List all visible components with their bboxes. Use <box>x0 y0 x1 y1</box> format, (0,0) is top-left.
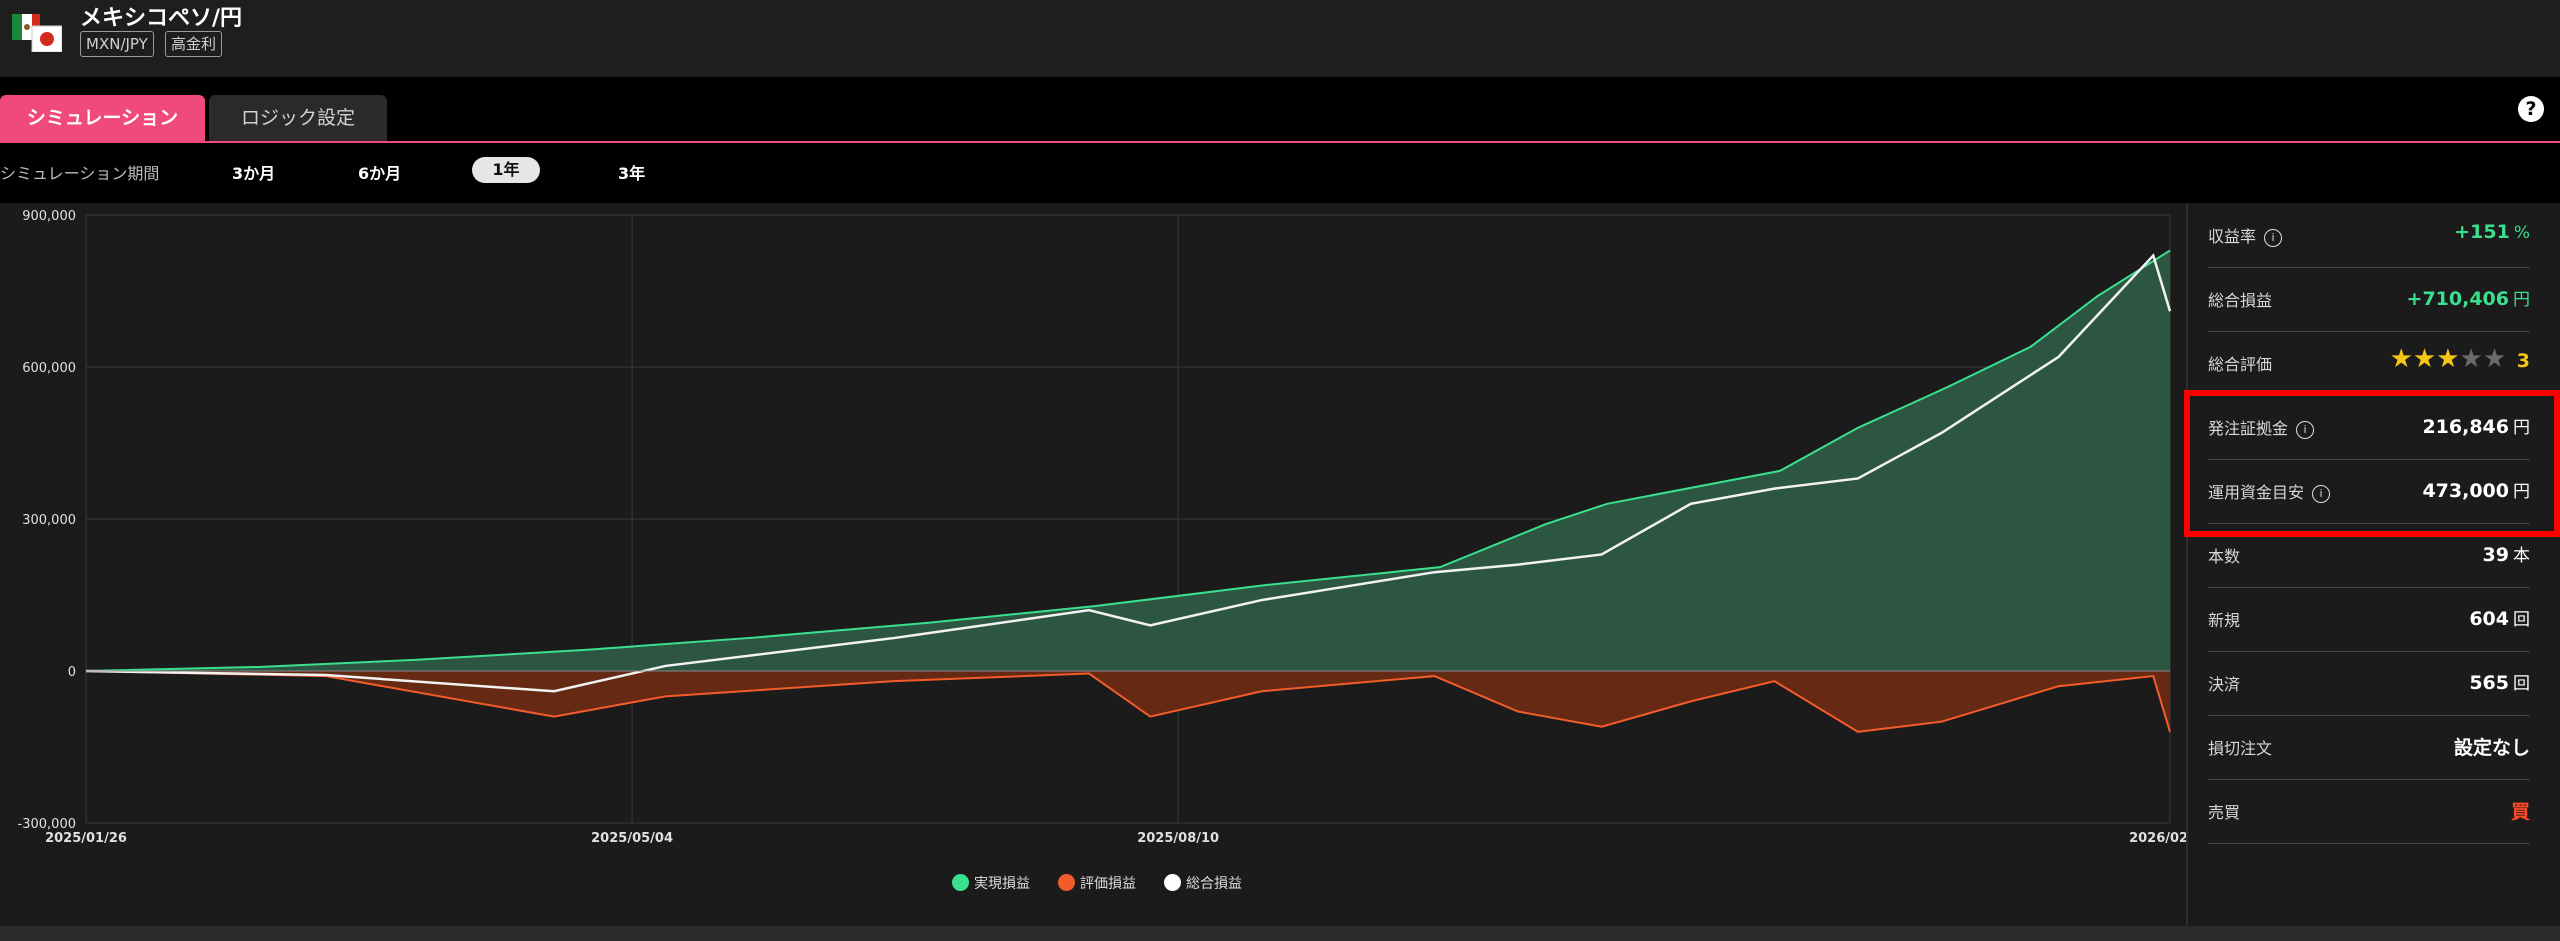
star-filled-icon: ★ <box>2436 344 2460 374</box>
legend-unrealized-label: 評価損益 <box>1080 876 1136 892</box>
stat-label: 新規 <box>2208 611 2241 630</box>
legend-unrealized-dot <box>1058 874 1075 891</box>
period-selector: シミュレーション期間 3か月 6か月 1年 3年 <box>0 143 2560 203</box>
high-interest-badge: 高金利 <box>165 31 223 57</box>
stat-trade-direction: 売買 買 <box>2208 779 2530 844</box>
stat-settlements: 決済 565 回 <box>2208 651 2530 716</box>
stat-label: 損切注文 <box>2208 739 2273 758</box>
star-filled-icon: ★ <box>2412 344 2437 374</box>
y-tick-label: -300,000 <box>18 817 76 832</box>
period-option-6m[interactable]: 6か月 <box>358 160 401 184</box>
realized-pl-area <box>86 250 2170 671</box>
bottom-bar <box>0 926 2560 941</box>
legend-realized-dot <box>952 874 969 891</box>
star-empty-icon: ★ <box>2459 344 2483 374</box>
stat-total-pl: 総合損益 +710,406 円 <box>2208 267 2530 332</box>
y-tick-label: 300,000 <box>22 513 76 528</box>
tab-logic-settings[interactable]: ロジック設定 <box>209 95 387 141</box>
highlight-box <box>2184 390 2560 537</box>
tab-bar: シミュレーション ロジック設定 <box>0 77 2560 141</box>
legend-realized: 実現損益 <box>952 873 1030 893</box>
x-tick-label: 2025/01/26 <box>45 831 127 846</box>
stat-overall-rating: 総合評価 ★★★★★ 3 <box>2208 331 2530 396</box>
star-empty-icon: ★ <box>2482 344 2507 374</box>
period-option-3y[interactable]: 3年 <box>618 160 645 184</box>
rating-value: 3 <box>2516 350 2530 372</box>
stat-value: +710,406 円 <box>2406 288 2530 310</box>
help-icon[interactable]: ? <box>2518 96 2544 122</box>
x-tick-label: 2026/02/04 <box>2129 831 2186 846</box>
stat-label: 本数 <box>2208 547 2241 566</box>
legend-unrealized: 評価損益 <box>1058 873 1136 893</box>
pl-chart: 900,000 600,000 300,000 0 -300,000 2025/01/26… <box>0 203 2186 926</box>
y-tick-label: 600,000 <box>22 361 76 376</box>
legend-total-dot <box>1164 874 1181 891</box>
currency-pair-flag-icon <box>12 14 63 53</box>
stat-label: 総合評価 <box>2208 355 2273 374</box>
stat-value: 設定なし <box>2453 737 2530 759</box>
stat-return-rate: 収益率 i +151% <box>2208 203 2530 268</box>
x-tick-label: 2025/05/04 <box>591 831 673 846</box>
legend-realized-label: 実現損益 <box>974 876 1030 892</box>
legend-total-label: 総合損益 <box>1186 876 1242 892</box>
info-icon[interactable]: i <box>2264 229 2283 247</box>
legend-total: 総合損益 <box>1164 873 1242 893</box>
period-option-3m[interactable]: 3か月 <box>232 160 275 184</box>
stat-label: 収益率 <box>2208 227 2257 246</box>
star-rating: ★★★★★ 3 <box>2389 344 2530 374</box>
stat-value: 565 回 <box>2469 672 2530 694</box>
tab-simulation[interactable]: シミュレーション <box>0 95 205 141</box>
header: メキシコペソ/円 MXN/JPY 高金利 <box>0 0 2560 77</box>
currency-pair-name: メキシコペソ/円 <box>80 6 243 31</box>
y-tick-label: 900,000 <box>22 209 76 224</box>
stats-panel: 収益率 i +151% 総合損益 +710,406 円 総合評価 ★★★★★ 3 発… <box>2186 203 2560 926</box>
star-filled-icon: ★ <box>2389 344 2413 374</box>
period-label: シミュレーション期間 <box>0 164 160 183</box>
period-option-1y[interactable]: 1年 <box>472 157 540 183</box>
stat-stop-loss: 損切注文 設定なし <box>2208 715 2530 780</box>
x-tick-label: 2025/08/10 <box>1137 831 1219 846</box>
stat-value: 買 <box>2510 801 2530 823</box>
stat-label: 総合損益 <box>2208 291 2273 310</box>
stat-label: 決済 <box>2208 675 2241 694</box>
y-tick-label: 0 <box>68 665 76 680</box>
pl-chart-svg: 900,000 600,000 300,000 0 -300,0002025/01/26… <box>18 209 2186 846</box>
stat-value: +151% <box>2454 221 2530 243</box>
pair-code-badge: MXN/JPY <box>80 31 154 57</box>
stat-new-orders: 新規 604 回 <box>2208 587 2530 652</box>
stat-value: 604 回 <box>2469 608 2530 630</box>
stat-value: 39 本 <box>2482 544 2530 566</box>
stat-label: 売買 <box>2208 803 2241 822</box>
